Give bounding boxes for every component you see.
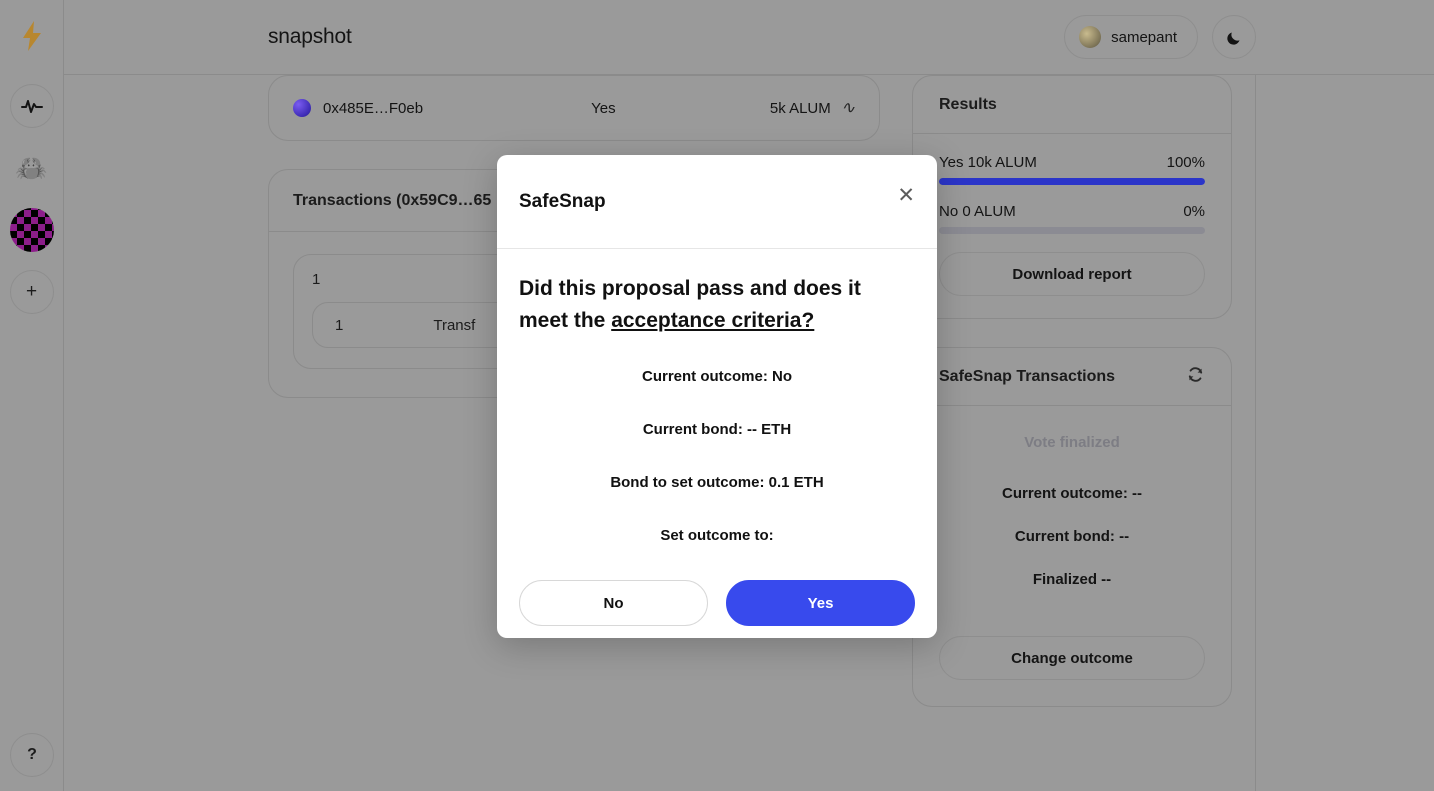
result-label-no: No 0 ALUM: [939, 203, 1016, 220]
acceptance-criteria-link[interactable]: acceptance criteria?: [611, 309, 814, 332]
vote-amount-label: 5k ALUM: [769, 99, 831, 117]
modal-bond-to-set: Bond to set outcome: 0.1 ETH: [610, 474, 824, 491]
close-icon[interactable]: ✕: [897, 185, 915, 206]
safesnap-transactions-header: SafeSnap Transactions: [913, 348, 1231, 406]
modal-current-outcome: Current outcome: No: [642, 368, 792, 385]
modal-actions: No Yes: [497, 580, 937, 626]
result-row-no: No 0 ALUM 0%: [939, 203, 1205, 220]
set-outcome-yes-label: Yes: [807, 594, 834, 612]
vote-list-card: 0x485E…F0eb Yes 5k ALUM ∿: [268, 75, 880, 141]
result-row-yes: Yes 10k ALUM 100%: [939, 154, 1205, 171]
transaction-item-index: 1: [335, 316, 344, 334]
results-card: Results Yes 10k ALUM 100% No 0 ALUM 0% D…: [912, 75, 1232, 319]
modal-header: SafeSnap ✕: [497, 155, 937, 249]
result-percent-no: 0%: [1183, 203, 1205, 220]
transaction-item-label: Transf: [433, 316, 476, 334]
modal-title: SafeSnap: [519, 190, 606, 212]
left-rail: 🦀 + ?: [0, 0, 64, 791]
modal-body: Did this proposal pass and does it meet …: [497, 249, 937, 544]
top-bar-actions: samepant: [1064, 15, 1256, 59]
safesnap-status: Vote finalized: [1024, 434, 1120, 451]
change-outcome-label: Change outcome: [1011, 649, 1133, 667]
vote-choice: Yes: [591, 99, 616, 117]
set-outcome-no-label: No: [603, 594, 624, 612]
help-button[interactable]: ?: [10, 733, 54, 777]
lightning-bolt-icon[interactable]: [10, 14, 54, 58]
set-outcome-yes-button[interactable]: Yes: [726, 580, 915, 626]
sidebar-item-crab-space[interactable]: 🦀: [10, 146, 54, 190]
voter-avatar-icon: [293, 99, 311, 117]
refresh-icon[interactable]: [1186, 365, 1205, 389]
user-menu-button[interactable]: samepant: [1064, 15, 1198, 59]
results-body: Yes 10k ALUM 100% No 0 ALUM 0% Download …: [913, 134, 1231, 318]
pulse-icon: [20, 100, 43, 113]
plus-icon: +: [25, 281, 38, 302]
safesnap-transactions-body: Vote finalized Current outcome: -- Curre…: [913, 406, 1231, 706]
theme-toggle-button[interactable]: [1212, 15, 1256, 59]
download-report-button[interactable]: Download report: [939, 252, 1205, 296]
result-bar-no: [939, 227, 1205, 234]
safesnap-finalized: Finalized --: [1032, 571, 1112, 588]
rail-items: 🦀 +: [9, 84, 54, 314]
download-report-label: Download report: [1012, 265, 1132, 283]
signature-icon[interactable]: ∿: [841, 98, 855, 118]
safesnap-modal: SafeSnap ✕ Did this proposal pass and do…: [497, 155, 937, 638]
sidebar-item-activity[interactable]: [9, 84, 54, 128]
sidebar-item-pixel-space[interactable]: [9, 208, 54, 252]
crab-avatar-icon: 🦀: [15, 152, 48, 183]
help-label: ?: [27, 746, 37, 763]
modal-question: Did this proposal pass and does it meet …: [519, 273, 915, 336]
result-bar-fill-yes: [939, 178, 1205, 185]
layout-right-divider: [1255, 75, 1256, 791]
change-outcome-button[interactable]: Change outcome: [939, 636, 1205, 680]
set-outcome-no-button[interactable]: No: [519, 580, 708, 626]
vote-voter-address: 0x485E…F0eb: [323, 99, 424, 117]
page-title: snapshot: [268, 25, 352, 48]
safesnap-transactions-card: SafeSnap Transactions Vote finalized Cur…: [912, 347, 1232, 707]
sidebar-item-add-space[interactable]: +: [9, 270, 54, 314]
vote-row[interactable]: 0x485E…F0eb Yes 5k ALUM ∿: [269, 76, 879, 140]
user-name-label: samepant: [1111, 28, 1177, 46]
vote-voter[interactable]: 0x485E…F0eb: [293, 99, 519, 117]
result-bar-yes: [939, 178, 1205, 185]
safesnap-current-outcome: Current outcome: --: [1002, 485, 1142, 502]
right-sidebar: Results Yes 10k ALUM 100% No 0 ALUM 0% D…: [912, 75, 1232, 707]
result-label-yes: Yes 10k ALUM: [939, 154, 1037, 171]
moon-icon: [1226, 32, 1239, 45]
top-bar: snapshot samepant: [64, 0, 1434, 75]
modal-current-bond: Current bond: -- ETH: [642, 421, 792, 438]
modal-set-outcome-prompt: Set outcome to:: [660, 527, 774, 544]
result-percent-yes: 100%: [1166, 154, 1205, 171]
safesnap-current-bond: Current bond: --: [1014, 528, 1130, 545]
avatar-icon: [1079, 26, 1102, 48]
app-root: 🦀 + ? snapshot samepant 0x485E…F0eb Yes …: [0, 0, 1434, 791]
safesnap-transactions-title: SafeSnap Transactions: [939, 367, 1116, 385]
vote-amount: 5k ALUM ∿: [687, 98, 855, 118]
results-header: Results: [913, 76, 1231, 134]
